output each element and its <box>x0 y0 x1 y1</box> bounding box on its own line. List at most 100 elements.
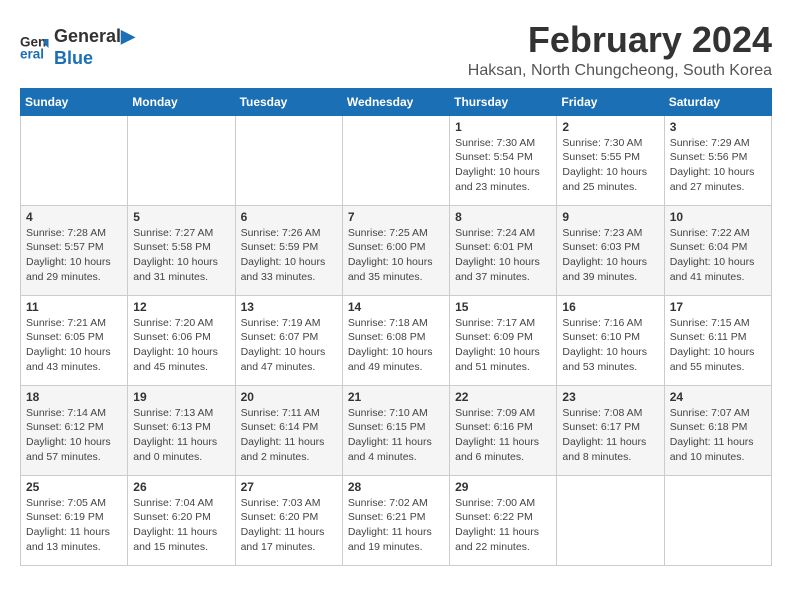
day-info: Sunrise: 7:29 AM Sunset: 5:56 PM Dayligh… <box>670 136 766 195</box>
day-info: Sunrise: 7:27 AM Sunset: 5:58 PM Dayligh… <box>133 226 229 285</box>
day-info: Sunrise: 7:30 AM Sunset: 5:54 PM Dayligh… <box>455 136 551 195</box>
calendar-cell: 11 Sunrise: 7:21 AM Sunset: 6:05 PM Dayli… <box>21 295 128 385</box>
day-info: Sunrise: 7:15 AM Sunset: 6:11 PM Dayligh… <box>670 316 766 375</box>
logo-line1: General▶ <box>54 26 135 48</box>
day-number: 6 <box>241 210 337 224</box>
calendar-cell: 25Sunrise: 7:05 AM Sunset: 6:19 PM Dayli… <box>21 475 128 565</box>
day-number: 4 <box>26 210 122 224</box>
day-number: 5 <box>133 210 229 224</box>
calendar-body: 1 Sunrise: 7:30 AM Sunset: 5:54 PM Daylig… <box>21 115 772 565</box>
day-number: 1 <box>455 120 551 134</box>
day-number: 27 <box>241 480 337 494</box>
calendar-cell: 13 Sunrise: 7:19 AM Sunset: 6:07 PM Dayli… <box>235 295 342 385</box>
day-number: 2 <box>562 120 658 134</box>
calendar-cell: 17 Sunrise: 7:15 AM Sunset: 6:11 PM Dayli… <box>664 295 771 385</box>
day-info: Sunrise: 7:18 AM Sunset: 6:08 PM Dayligh… <box>348 316 444 375</box>
calendar-cell: 5 Sunrise: 7:27 AM Sunset: 5:58 PM Daylig… <box>128 205 235 295</box>
weekday-sunday: Sunday <box>21 88 128 115</box>
day-number: 9 <box>562 210 658 224</box>
day-number: 22 <box>455 390 551 404</box>
day-number: 20 <box>241 390 337 404</box>
day-info: Sunrise: 7:14 AM Sunset: 6:12 PM Dayligh… <box>26 406 122 465</box>
day-number: 11 <box>26 300 122 314</box>
calendar-cell: 14 Sunrise: 7:18 AM Sunset: 6:08 PM Dayli… <box>342 295 449 385</box>
day-info: Sunrise: 7:19 AM Sunset: 6:07 PM Dayligh… <box>241 316 337 375</box>
weekday-thursday: Thursday <box>450 88 557 115</box>
day-number: 17 <box>670 300 766 314</box>
calendar-cell: 7 Sunrise: 7:25 AM Sunset: 6:00 PM Daylig… <box>342 205 449 295</box>
calendar-cell: 4 Sunrise: 7:28 AM Sunset: 5:57 PM Daylig… <box>21 205 128 295</box>
day-info: Sunrise: 7:03 AM Sunset: 6:20 PM Dayligh… <box>241 496 337 555</box>
calendar-cell: 1 Sunrise: 7:30 AM Sunset: 5:54 PM Daylig… <box>450 115 557 205</box>
calendar-cell: 22Sunrise: 7:09 AM Sunset: 6:16 PM Dayli… <box>450 385 557 475</box>
day-number: 29 <box>455 480 551 494</box>
day-info: Sunrise: 7:30 AM Sunset: 5:55 PM Dayligh… <box>562 136 658 195</box>
calendar-cell: 19Sunrise: 7:13 AM Sunset: 6:13 PM Dayli… <box>128 385 235 475</box>
calendar-cell <box>21 115 128 205</box>
calendar-cell: 20Sunrise: 7:11 AM Sunset: 6:14 PM Dayli… <box>235 385 342 475</box>
calendar-cell: 24 Sunrise: 7:07 AM Sunset: 6:18 PM Dayli… <box>664 385 771 475</box>
calendar-cell: 3Sunrise: 7:29 AM Sunset: 5:56 PM Daylig… <box>664 115 771 205</box>
calendar-cell: 8Sunrise: 7:24 AM Sunset: 6:01 PM Daylig… <box>450 205 557 295</box>
logo-icon: Gen eral <box>20 33 50 63</box>
month-year: February 2024 <box>468 20 772 60</box>
day-info: Sunrise: 7:07 AM Sunset: 6:18 PM Dayligh… <box>670 406 766 465</box>
day-info: Sunrise: 7:05 AM Sunset: 6:19 PM Dayligh… <box>26 496 122 555</box>
day-number: 7 <box>348 210 444 224</box>
calendar-cell <box>235 115 342 205</box>
day-info: Sunrise: 7:28 AM Sunset: 5:57 PM Dayligh… <box>26 226 122 285</box>
calendar-cell: 9Sunrise: 7:23 AM Sunset: 6:03 PM Daylig… <box>557 205 664 295</box>
page-header: Gen eral General▶ Blue February 2024 Hak… <box>20 20 772 80</box>
location: Haksan, North Chungcheong, South Korea <box>468 62 772 80</box>
day-info: Sunrise: 7:17 AM Sunset: 6:09 PM Dayligh… <box>455 316 551 375</box>
day-info: Sunrise: 7:10 AM Sunset: 6:15 PM Dayligh… <box>348 406 444 465</box>
calendar-week-1: 1 Sunrise: 7:30 AM Sunset: 5:54 PM Daylig… <box>21 115 772 205</box>
day-number: 16 <box>562 300 658 314</box>
calendar-cell: 12 Sunrise: 7:20 AM Sunset: 6:06 PM Dayli… <box>128 295 235 385</box>
calendar-cell: 26 Sunrise: 7:04 AM Sunset: 6:20 PM Dayli… <box>128 475 235 565</box>
day-info: Sunrise: 7:02 AM Sunset: 6:21 PM Dayligh… <box>348 496 444 555</box>
calendar-week-4: 18Sunrise: 7:14 AM Sunset: 6:12 PM Dayli… <box>21 385 772 475</box>
day-number: 23 <box>562 390 658 404</box>
weekday-saturday: Saturday <box>664 88 771 115</box>
day-number: 13 <box>241 300 337 314</box>
calendar-cell: 28 Sunrise: 7:02 AM Sunset: 6:21 PM Dayli… <box>342 475 449 565</box>
calendar-week-3: 11 Sunrise: 7:21 AM Sunset: 6:05 PM Dayli… <box>21 295 772 385</box>
weekday-tuesday: Tuesday <box>235 88 342 115</box>
day-number: 21 <box>348 390 444 404</box>
calendar-cell: 21 Sunrise: 7:10 AM Sunset: 6:15 PM Dayli… <box>342 385 449 475</box>
day-info: Sunrise: 7:16 AM Sunset: 6:10 PM Dayligh… <box>562 316 658 375</box>
day-number: 12 <box>133 300 229 314</box>
day-info: Sunrise: 7:21 AM Sunset: 6:05 PM Dayligh… <box>26 316 122 375</box>
day-info: Sunrise: 7:04 AM Sunset: 6:20 PM Dayligh… <box>133 496 229 555</box>
day-number: 24 <box>670 390 766 404</box>
day-info: Sunrise: 7:22 AM Sunset: 6:04 PM Dayligh… <box>670 226 766 285</box>
day-number: 28 <box>348 480 444 494</box>
day-number: 26 <box>133 480 229 494</box>
calendar-cell: 6 Sunrise: 7:26 AM Sunset: 5:59 PM Daylig… <box>235 205 342 295</box>
calendar-cell: 2 Sunrise: 7:30 AM Sunset: 5:55 PM Daylig… <box>557 115 664 205</box>
day-info: Sunrise: 7:13 AM Sunset: 6:13 PM Dayligh… <box>133 406 229 465</box>
day-info: Sunrise: 7:00 AM Sunset: 6:22 PM Dayligh… <box>455 496 551 555</box>
day-info: Sunrise: 7:20 AM Sunset: 6:06 PM Dayligh… <box>133 316 229 375</box>
calendar-cell: 29 Sunrise: 7:00 AM Sunset: 6:22 PM Dayli… <box>450 475 557 565</box>
calendar-cell: 16 Sunrise: 7:16 AM Sunset: 6:10 PM Dayli… <box>557 295 664 385</box>
calendar-cell <box>664 475 771 565</box>
day-number: 10 <box>670 210 766 224</box>
title-block: February 2024 Haksan, North Chungcheong,… <box>468 20 772 80</box>
day-number: 15 <box>455 300 551 314</box>
weekday-friday: Friday <box>557 88 664 115</box>
logo: Gen eral General▶ Blue <box>20 26 135 69</box>
weekday-wednesday: Wednesday <box>342 88 449 115</box>
logo-line2: Blue <box>54 48 135 70</box>
calendar-cell: 23 Sunrise: 7:08 AM Sunset: 6:17 PM Dayli… <box>557 385 664 475</box>
calendar-cell <box>557 475 664 565</box>
calendar-cell: 10 Sunrise: 7:22 AM Sunset: 6:04 PM Dayli… <box>664 205 771 295</box>
calendar-cell: 15 Sunrise: 7:17 AM Sunset: 6:09 PM Dayli… <box>450 295 557 385</box>
calendar-cell: 18Sunrise: 7:14 AM Sunset: 6:12 PM Dayli… <box>21 385 128 475</box>
day-number: 14 <box>348 300 444 314</box>
day-info: Sunrise: 7:25 AM Sunset: 6:00 PM Dayligh… <box>348 226 444 285</box>
calendar-week-2: 4 Sunrise: 7:28 AM Sunset: 5:57 PM Daylig… <box>21 205 772 295</box>
day-info: Sunrise: 7:26 AM Sunset: 5:59 PM Dayligh… <box>241 226 337 285</box>
day-info: Sunrise: 7:08 AM Sunset: 6:17 PM Dayligh… <box>562 406 658 465</box>
